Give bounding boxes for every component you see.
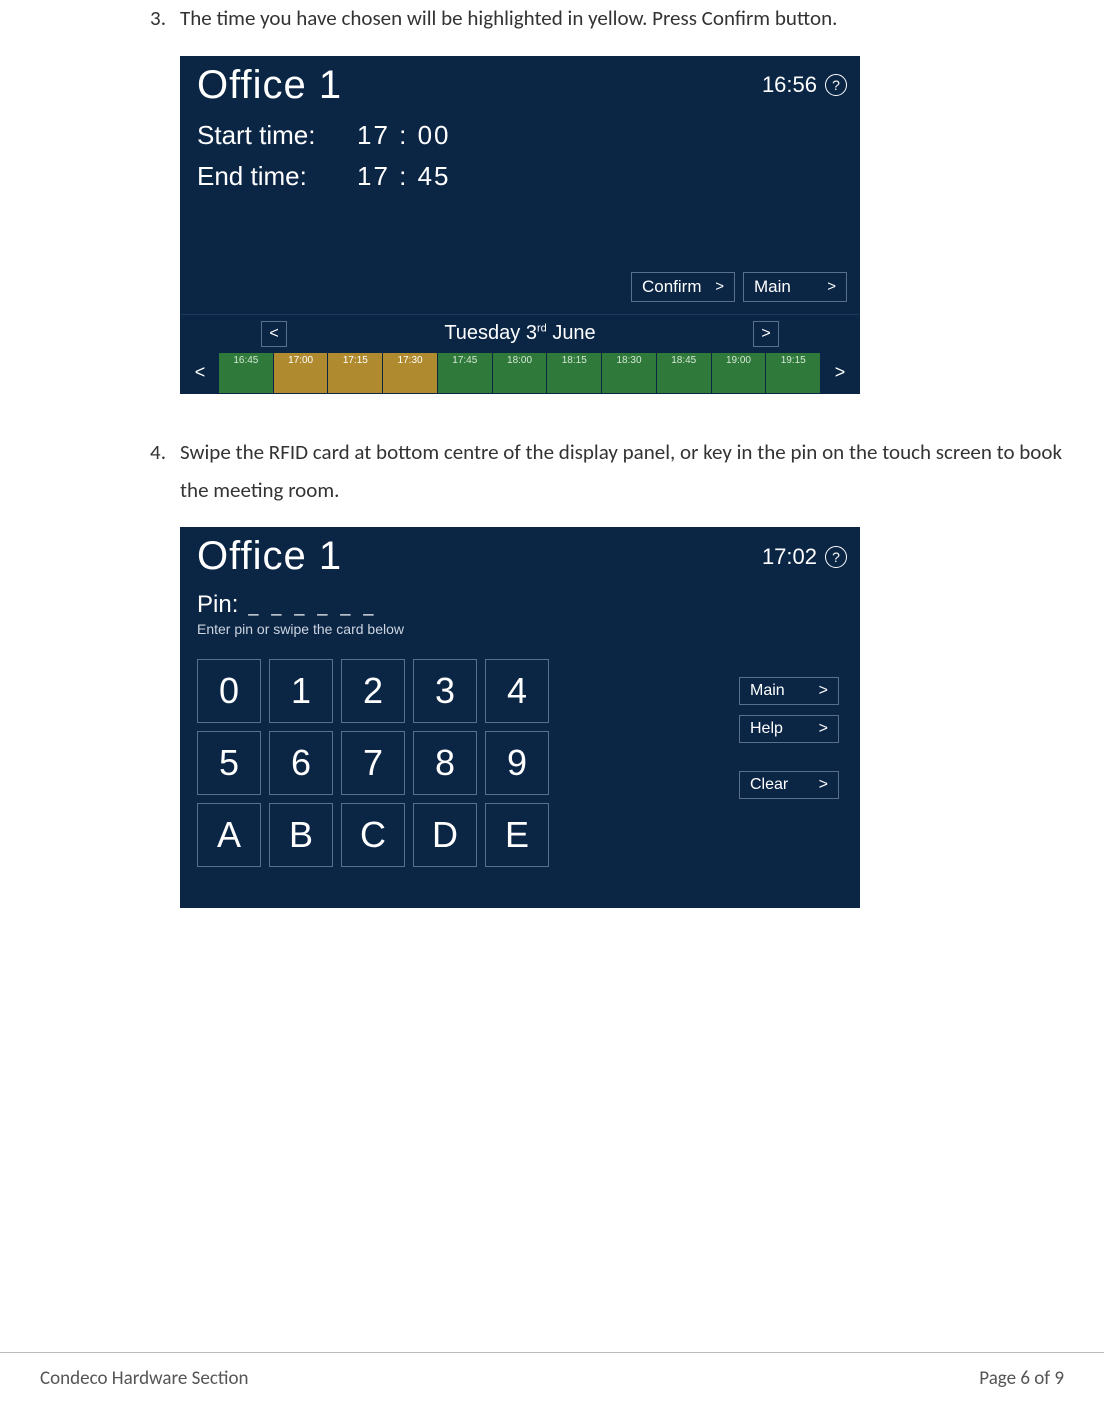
clear-button[interactable]: Clear >: [739, 771, 839, 799]
keypad-key-4[interactable]: 4: [485, 659, 549, 723]
keypad-key-0[interactable]: 0: [197, 659, 261, 723]
keypad-key-A[interactable]: A: [197, 803, 261, 867]
chevron-right-icon: >: [819, 720, 828, 738]
chevron-right-icon: >: [819, 776, 828, 794]
pin-entry-panel: Office 1 17:02 ? Pin: _ _ _ _ _ _ Enter …: [180, 527, 860, 908]
page-title: Office 1: [197, 534, 342, 579]
keypad-key-B[interactable]: B: [269, 803, 333, 867]
confirm-button[interactable]: Confirm >: [631, 272, 735, 302]
pin-hint: Enter pin or swipe the card below: [197, 621, 843, 637]
keypad-key-5[interactable]: 5: [197, 731, 261, 795]
confirm-label: Confirm: [642, 277, 702, 297]
timeline-slot[interactable]: 17:45: [438, 353, 493, 393]
timeline-slot[interactable]: 17:30: [383, 353, 438, 393]
timeline-slot[interactable]: 18:30: [602, 353, 657, 393]
timeline-next-button[interactable]: >: [821, 353, 859, 393]
keypad-key-8[interactable]: 8: [413, 731, 477, 795]
timeline-slot[interactable]: 17:00: [274, 353, 329, 393]
timeline-slot[interactable]: 19:00: [712, 353, 767, 393]
main-label: Main: [750, 682, 785, 700]
help-label: Help: [750, 720, 783, 738]
end-time-label: End time:: [197, 161, 347, 192]
clear-label: Clear: [750, 776, 788, 794]
step-text: The time you have chosen will be highlig…: [180, 0, 1064, 38]
clock: 17:02: [762, 544, 817, 570]
footer-left: Condeco Hardware Section: [40, 1367, 248, 1390]
chevron-right-icon: >: [827, 278, 836, 295]
keypad-key-2[interactable]: 2: [341, 659, 405, 723]
help-button[interactable]: Help >: [739, 715, 839, 743]
timeline-slot[interactable]: 16:45: [219, 353, 274, 393]
timeline-slot[interactable]: 17:15: [328, 353, 383, 393]
clock: 16:56: [762, 72, 817, 98]
timeline-slot[interactable]: 18:15: [547, 353, 602, 393]
keypad-key-C[interactable]: C: [341, 803, 405, 867]
main-label: Main: [754, 277, 791, 297]
date-next-button[interactable]: >: [753, 321, 779, 347]
help-icon[interactable]: ?: [825, 74, 847, 96]
start-time-label: Start time:: [197, 120, 347, 151]
keypad-key-D[interactable]: D: [413, 803, 477, 867]
timeline-slot[interactable]: 18:45: [657, 353, 712, 393]
step-4: 4. Swipe the RFID card at bottom centre …: [140, 434, 1064, 510]
step-number: 3.: [140, 0, 166, 38]
step-text: Swipe the RFID card at bottom centre of …: [180, 434, 1064, 510]
keypad-key-9[interactable]: 9: [485, 731, 549, 795]
chevron-right-icon: >: [715, 278, 724, 295]
chevron-right-icon: >: [819, 682, 828, 700]
page-title: Office 1: [197, 63, 342, 108]
timeline-slot[interactable]: 19:15: [766, 353, 821, 393]
pin-value: _ _ _ _ _ _: [248, 596, 377, 617]
main-button[interactable]: Main >: [743, 272, 847, 302]
keypad-key-3[interactable]: 3: [413, 659, 477, 723]
time-select-panel: Office 1 16:56 ? Start time: 17 : 00 End…: [180, 56, 860, 394]
step-number: 4.: [140, 434, 166, 510]
footer-right: Page 6 of 9: [979, 1367, 1064, 1390]
timeline-slot[interactable]: 18:00: [493, 353, 548, 393]
step-3: 3. The time you have chosen will be high…: [140, 0, 1064, 38]
start-time-value: 17 : 00: [357, 120, 451, 151]
main-button[interactable]: Main >: [739, 677, 839, 705]
keypad-key-E[interactable]: E: [485, 803, 549, 867]
keypad-key-1[interactable]: 1: [269, 659, 333, 723]
pin-label: Pin:: [197, 591, 238, 619]
date-display: Tuesday 3rd June: [444, 322, 595, 345]
timeline-prev-button[interactable]: <: [181, 353, 219, 393]
page-footer: Condeco Hardware Section Page 6 of 9: [0, 1352, 1104, 1390]
keypad-key-7[interactable]: 7: [341, 731, 405, 795]
keypad-key-6[interactable]: 6: [269, 731, 333, 795]
date-prev-button[interactable]: <: [261, 321, 287, 347]
end-time-value: 17 : 45: [357, 161, 451, 192]
help-icon[interactable]: ?: [825, 546, 847, 568]
